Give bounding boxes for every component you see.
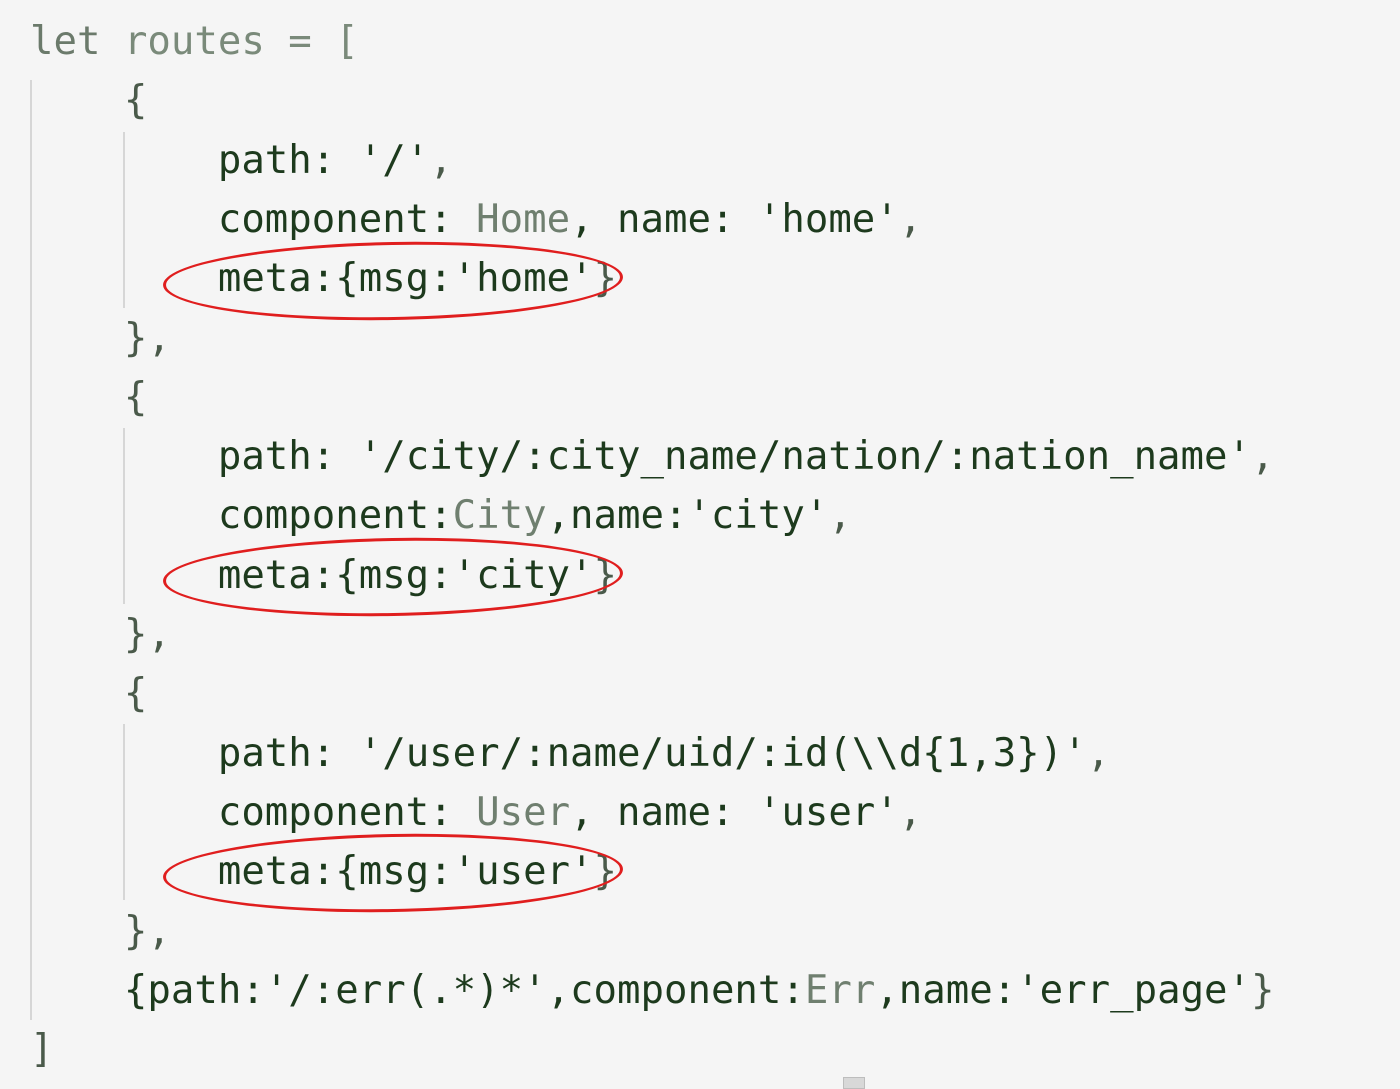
code-token: }, <box>30 612 171 657</box>
code-token: component: <box>30 196 477 242</box>
code-line[interactable]: let routes = [ <box>30 16 359 68</box>
code-line[interactable]: component:City,name:'city', <box>30 490 852 542</box>
annotation-circle-user <box>162 829 624 917</box>
code-token: , <box>1250 434 1275 480</box>
code-token: }, <box>30 908 171 954</box>
code-token: ,name: <box>546 493 688 539</box>
code-token: , <box>429 137 453 183</box>
code-line[interactable]: component: User, name: 'user', <box>30 787 922 839</box>
code-token: {path: <box>30 967 265 1013</box>
code-token: { <box>30 671 148 717</box>
code-line[interactable]: { <box>30 372 148 424</box>
code-line[interactable]: }, <box>30 313 171 365</box>
code-token: path: <box>30 137 359 183</box>
code-token: , <box>898 196 923 242</box>
code-token: ] <box>30 1027 54 1073</box>
code-token: }, <box>30 315 171 361</box>
code-editor[interactable]: let routes = [ { path: '/', component: H… <box>0 0 1400 1089</box>
code-token: '/user/:name/uid/:id(\\d{1,3})' <box>358 730 1087 776</box>
code-token: routes <box>123 19 265 64</box>
code-token: , <box>828 493 852 539</box>
code-line[interactable]: }, <box>30 609 171 661</box>
code-token: component: <box>30 493 453 539</box>
code-line[interactable]: {path:'/:err(.*)*',component:Err,name:'e… <box>30 965 1275 1017</box>
file-icon <box>843 1077 865 1089</box>
code-token: 'home' <box>757 196 899 242</box>
code-token: { <box>30 374 148 420</box>
code-token: 'city' <box>687 493 829 539</box>
code-token: , <box>1086 730 1111 776</box>
code-token: User <box>476 789 571 835</box>
code-token: City <box>452 493 547 539</box>
code-token: , name: <box>570 789 758 835</box>
code-token: ,name: <box>875 967 1017 1013</box>
code-token: Home <box>476 196 571 242</box>
code-token: ,component: <box>546 967 805 1013</box>
code-token: component: <box>30 789 477 835</box>
code-line[interactable]: { <box>30 668 148 720</box>
annotation-circle-city <box>162 533 624 621</box>
code-token: '/' <box>358 137 430 183</box>
code-line[interactable]: }, <box>30 906 171 958</box>
code-token: path: <box>30 434 359 480</box>
code-token: path: <box>30 730 359 776</box>
code-token: '/:err(.*)*' <box>264 967 547 1013</box>
code-token: let <box>30 19 101 64</box>
code-token: , name: <box>570 196 758 242</box>
code-token: , <box>898 789 923 835</box>
code-line[interactable]: { <box>30 75 148 127</box>
code-line[interactable]: path: '/city/:city_name/nation/:nation_n… <box>30 431 1275 483</box>
code-token: Err <box>804 967 876 1013</box>
code-token: } <box>1251 967 1275 1013</box>
code-token: 'err_page' <box>1016 967 1252 1013</box>
code-line[interactable]: ] <box>30 1024 53 1076</box>
code-token: '/city/:city_name/nation/:nation_name' <box>358 434 1251 480</box>
code-line[interactable]: component: Home, name: 'home', <box>30 194 922 246</box>
code-token: 'user' <box>757 789 899 835</box>
annotation-circle-home <box>162 237 624 325</box>
code-token: = [ <box>264 19 359 64</box>
code-line[interactable]: path: '/user/:name/uid/:id(\\d{1,3})', <box>30 728 1110 780</box>
code-token: { <box>30 78 148 124</box>
code-line[interactable]: path: '/', <box>30 135 453 187</box>
